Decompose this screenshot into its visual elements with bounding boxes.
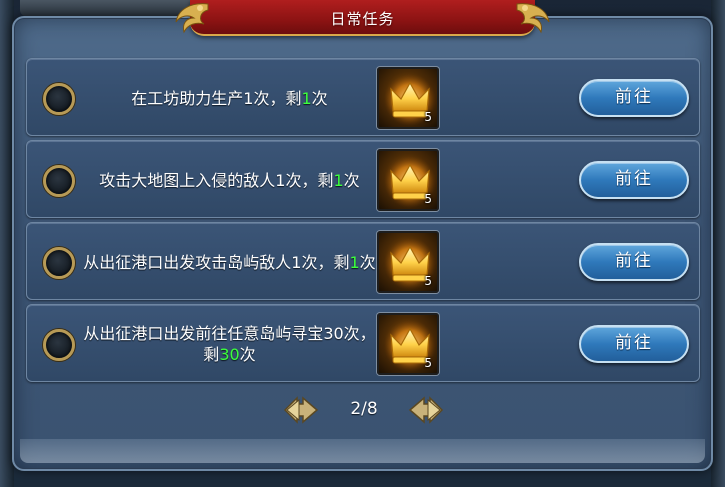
remaining-count: 1 <box>301 88 312 108</box>
remaining-count: 1 <box>333 170 344 190</box>
task-row: 从出征港口出发攻击岛屿敌人1次，剩1次 5 前往 <box>26 222 700 300</box>
reward-item[interactable]: 5 <box>377 231 439 293</box>
page-indicator: 2/8 <box>350 399 378 419</box>
task-description: 在工坊助力生产1次，剩1次 <box>82 59 377 137</box>
task-description: 从出征港口出发前往任意岛屿寻宝30次，剩30次 <box>82 305 377 383</box>
remaining-count: 30 <box>219 345 240 364</box>
go-button[interactable]: 前往 <box>579 243 689 281</box>
empty-radio-icon[interactable] <box>43 165 75 197</box>
task-description-text: 攻击大地图上入侵的敌人1次，剩 <box>99 170 334 190</box>
reward-item[interactable]: 5 <box>377 149 439 211</box>
arrow-right-icon[interactable] <box>408 394 444 426</box>
task-description: 从出征港口出发攻击岛屿敌人1次，剩1次 <box>82 223 377 301</box>
title-banner: 日常任务 <box>170 0 555 42</box>
reward-item[interactable]: 5 <box>377 313 439 375</box>
reward-quantity: 5 <box>424 192 432 206</box>
remaining-count: 1 <box>349 252 360 272</box>
reward-quantity: 5 <box>424 274 432 288</box>
task-description-text: 在工坊助力生产1次，剩 <box>131 88 302 108</box>
arrow-left-icon[interactable] <box>283 394 319 426</box>
empty-radio-icon[interactable] <box>43 83 75 115</box>
task-row: 在工坊助力生产1次，剩1次 5 前往 <box>26 58 700 136</box>
task-row: 从出征港口出发前往任意岛屿寻宝30次，剩30次 5 前往 <box>26 304 700 382</box>
go-button[interactable]: 前往 <box>579 79 689 117</box>
empty-radio-icon[interactable] <box>43 329 75 361</box>
panel-footer-band <box>20 439 705 463</box>
go-button[interactable]: 前往 <box>579 325 689 363</box>
task-description-suffix: 次 <box>239 345 256 364</box>
reward-quantity: 5 <box>424 356 432 370</box>
reward-quantity: 5 <box>424 110 432 124</box>
task-description-suffix: 次 <box>359 252 376 272</box>
task-description: 攻击大地图上入侵的敌人1次，剩1次 <box>82 141 377 219</box>
task-row: 攻击大地图上入侵的敌人1次，剩1次 5 前往 <box>26 140 700 218</box>
pagination: 2/8 <box>0 392 725 428</box>
empty-radio-icon[interactable] <box>43 247 75 279</box>
page-title: 日常任务 <box>330 10 395 28</box>
task-description-suffix: 次 <box>311 88 328 108</box>
task-description-text: 从出征港口出发攻击岛屿敌人1次，剩 <box>83 252 350 272</box>
reward-item[interactable]: 5 <box>377 67 439 129</box>
go-button[interactable]: 前往 <box>579 161 689 199</box>
task-description-suffix: 次 <box>343 170 360 190</box>
